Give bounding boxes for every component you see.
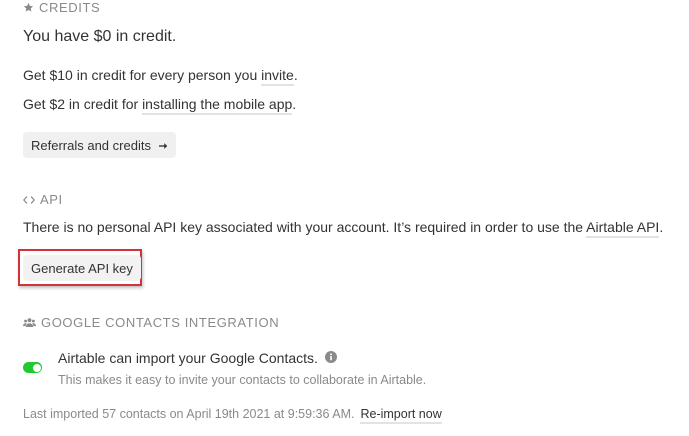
api-description: There is no personal API key associated …	[23, 219, 664, 238]
invite-line-text: Get $10 in credit for every person you	[23, 67, 262, 83]
star-icon	[23, 2, 34, 13]
info-icon[interactable]	[324, 350, 337, 366]
google-contacts-section-header: GOOGLE CONTACTS INTEGRATION	[23, 315, 279, 330]
install-mobile-app-link[interactable]: installing the mobile app	[142, 96, 293, 115]
credits-header-label: CREDITS	[39, 0, 101, 15]
reimport-now-link[interactable]: Re-import now	[360, 407, 442, 424]
users-icon	[23, 317, 36, 328]
google-contacts-toggle[interactable]	[23, 362, 42, 373]
code-icon	[23, 195, 35, 205]
credits-section-header: CREDITS	[23, 0, 100, 15]
mobile-credit-line: Get $2 in credit for installing the mobi…	[23, 96, 297, 115]
last-imported-info: Last imported 57 contacts on April 19th …	[23, 407, 442, 424]
referrals-and-credits-button[interactable]: Referrals and credits	[23, 132, 176, 158]
toggle-knob	[32, 363, 41, 372]
generate-api-key-button[interactable]: Generate API key	[23, 255, 141, 281]
google-contacts-header-label: GOOGLE CONTACTS INTEGRATION	[41, 315, 280, 330]
account-settings-page: CREDITS You have $0 in credit. Get $10 i…	[0, 0, 689, 436]
mobile-line-suffix: .	[292, 96, 297, 112]
api-description-text: There is no personal API key associated …	[23, 219, 587, 235]
arrow-right-icon	[158, 138, 168, 153]
google-contacts-title-text: Airtable can import your Google Contacts…	[58, 350, 318, 366]
mobile-line-text: Get $2 in credit for	[23, 96, 143, 112]
google-contacts-description: This makes it easy to invite your contac…	[58, 373, 427, 387]
api-header-label: API	[40, 192, 63, 207]
invite-link[interactable]: invite	[261, 67, 294, 86]
invite-credit-line: Get $10 in credit for every person you i…	[23, 67, 298, 86]
generate-api-key-label: Generate API key	[31, 260, 133, 276]
api-description-suffix: .	[659, 219, 664, 235]
google-contacts-title: Airtable can import your Google Contacts…	[58, 350, 337, 366]
airtable-api-link[interactable]: Airtable API	[586, 219, 660, 238]
last-imported-text: Last imported 57 contacts on April 19th …	[23, 407, 355, 421]
referrals-button-label: Referrals and credits	[31, 137, 151, 153]
invite-line-suffix: .	[293, 67, 298, 83]
api-section-header: API	[23, 192, 63, 207]
credit-balance: You have $0 in credit.	[23, 28, 177, 45]
